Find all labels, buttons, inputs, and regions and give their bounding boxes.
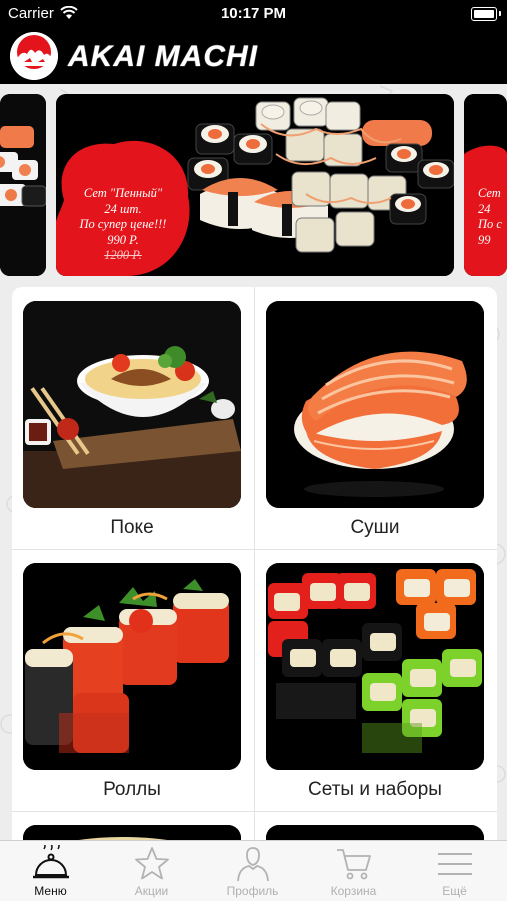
promo-line-count: 24 шт. xyxy=(104,201,142,216)
category-label: Суши xyxy=(350,517,400,538)
star-icon xyxy=(135,847,169,880)
category-sushi[interactable]: Суши xyxy=(266,287,497,549)
banner-previous[interactable] xyxy=(0,94,46,276)
category-poke[interactable]: Поке xyxy=(23,287,255,549)
tab-label: Ещё xyxy=(442,884,467,898)
promo-line-slogan: По супер цене!!! xyxy=(79,217,167,231)
category-sets[interactable]: Сеты и наборы xyxy=(266,549,497,811)
content-area: Сет "Пенный" 24 шт. По супер цене!!! 990… xyxy=(0,84,507,840)
clock: 10:17 PM xyxy=(220,5,287,22)
tab-label: Меню xyxy=(34,884,67,898)
tab-menu[interactable]: Меню xyxy=(0,841,101,901)
category-grid: Поке Суши Роллы Сеты и наборы xyxy=(12,287,497,840)
status-bar: Carrier 10:17 PM xyxy=(0,0,507,28)
tab-promotions[interactable]: Акции xyxy=(101,841,202,901)
category-label: Сеты и наборы xyxy=(308,779,442,800)
category-next-right[interactable] xyxy=(266,811,497,840)
tab-label: Корзина xyxy=(330,884,377,898)
sushi-image xyxy=(266,301,484,508)
tab-bar: Меню Акции Профиль Корзина Ещё xyxy=(0,840,507,901)
app-title: AKAI MACHI xyxy=(68,40,258,73)
sets-image xyxy=(266,563,484,770)
battery-icon xyxy=(471,7,497,21)
tab-cart[interactable]: Корзина xyxy=(303,841,404,901)
cart-icon xyxy=(337,849,371,880)
cloche-icon xyxy=(33,845,69,879)
tab-more[interactable]: Ещё xyxy=(404,841,505,901)
tab-profile[interactable]: Профиль xyxy=(202,841,303,901)
tab-label: Профиль xyxy=(226,884,279,898)
category-rolls[interactable]: Роллы xyxy=(23,549,255,811)
app-header: AKAI MACHI xyxy=(0,28,507,84)
poke-image xyxy=(23,301,241,508)
menu-icon xyxy=(438,853,472,875)
category-next-left[interactable] xyxy=(23,811,255,840)
promo-line-price: 990 Р. xyxy=(107,232,139,247)
rolls-image xyxy=(23,563,241,770)
promo-old-price: 1200 Р. xyxy=(104,248,142,262)
category-label: Поке xyxy=(110,517,154,538)
promo-line-title: Сет "Пенный" xyxy=(83,186,163,200)
logo xyxy=(10,32,58,80)
person-icon xyxy=(237,847,269,882)
category-label: Роллы xyxy=(103,779,161,800)
banner-next-promo-text: Сет 24 По с 99 xyxy=(478,186,502,247)
banner-next[interactable]: Сет 24 По с 99 xyxy=(464,94,507,276)
tab-label: Акции xyxy=(134,884,169,898)
banner-promo-text: Сет "Пенный" 24 шт. По супер цене!!! 990… xyxy=(56,186,190,264)
banner-main[interactable]: Сет "Пенный" 24 шт. По супер цене!!! 990… xyxy=(56,94,454,276)
